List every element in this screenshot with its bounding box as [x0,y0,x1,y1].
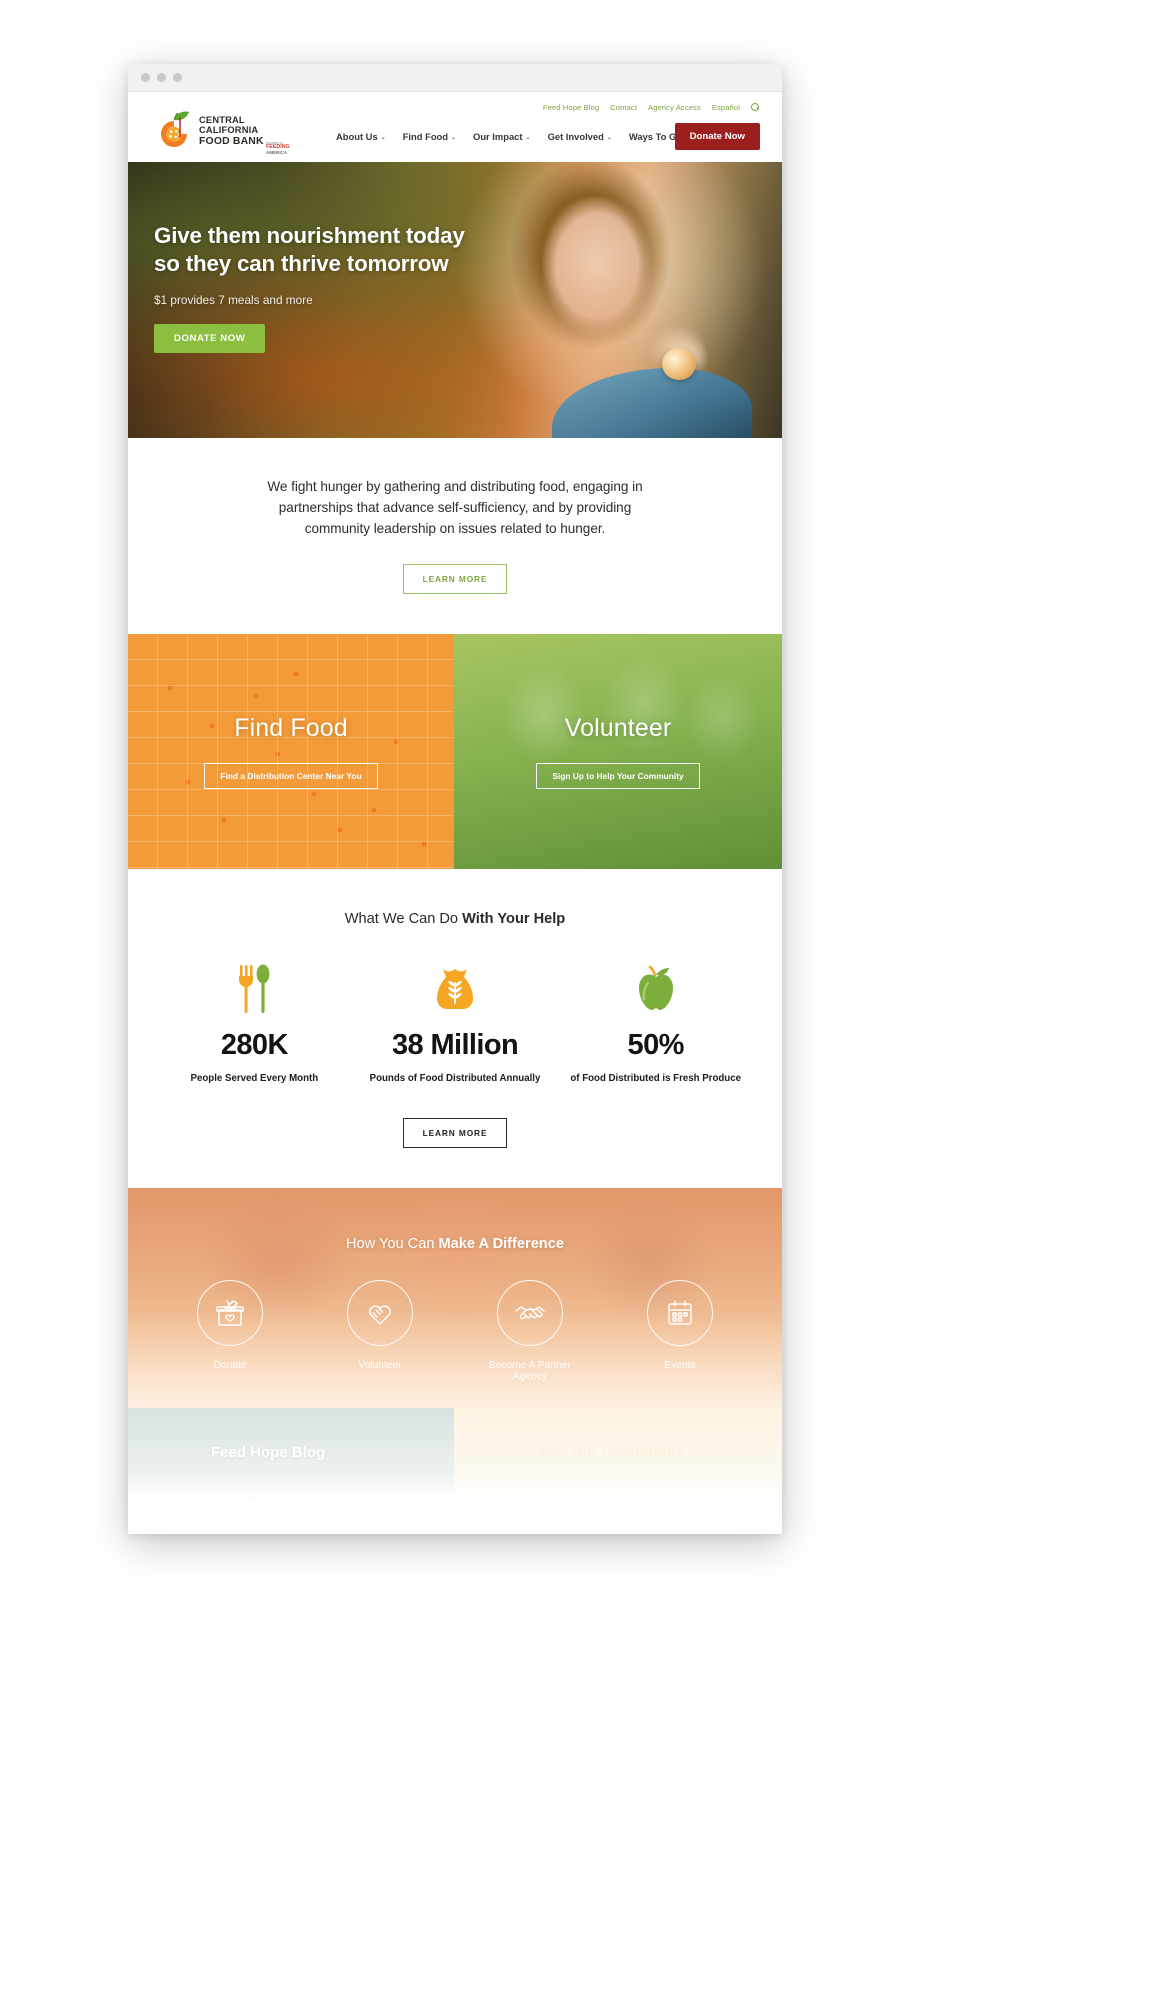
chevron-down-icon: ⌄ [606,134,612,141]
chevron-down-icon: ⌄ [525,134,531,141]
browser-window: CENTRAL CALIFORNIA FOOD BANK MEMBER OF F… [128,64,782,1534]
find-food-background [128,634,454,870]
nav-item-get-involved[interactable]: Get Involved ⌄ [548,131,612,142]
logo-wordmark: CENTRAL CALIFORNIA FOOD BANK [199,115,264,147]
feed-hope-blog-title: Feed Hope Blog [211,1444,326,1461]
nav-item-find-food[interactable]: Find Food ⌄ [403,131,456,142]
stats-section: What We Can Do With Your Help 280K Peopl… [128,869,782,1148]
panel-volunteer[interactable]: Volunteer Sign Up to Help Your Community [454,634,782,870]
search-icon[interactable] [751,103,760,112]
stat-label-people-served: People Served Every Month [190,1073,319,1085]
green-apple-icon [563,955,748,1017]
page-root: CENTRAL CALIFORNIA FOOD BANK MEMBER OF F… [0,0,1170,2014]
nav-item-about-us[interactable]: About Us ⌄ [336,131,386,142]
bottom-fade-overlay [128,1470,782,1534]
stats-heading-bold: With Your Help [462,911,566,928]
difference-heading-bold: Make A Difference [438,1235,564,1252]
mission-learn-more-button[interactable]: LEARN MORE [402,564,508,595]
panel-find-food[interactable]: Find Food Find a Distribution Center Nea… [128,634,454,870]
nav-label-find-food: Find Food [402,131,448,142]
site-logo[interactable]: CENTRAL CALIFORNIA FOOD BANK MEMBER OF F… [154,109,290,154]
stat-people-served: 280K People Served Every Month [154,955,355,1086]
window-close-dot[interactable] [141,73,150,82]
stat-pounds-distributed: 38 Million Pounds of Food Distributed An… [355,955,556,1086]
stat-number-people-served: 280K [220,1029,289,1062]
mission-statement: We fight hunger by gathering and distrib… [267,479,643,537]
difference-label-events: Events [664,1359,696,1371]
stat-label-pounds-distributed: Pounds of Food Distributed Annually [369,1073,541,1085]
nav-label-get-involved: Get Involved [547,131,604,142]
stat-number-pounds-distributed: 38 Million [391,1029,519,1062]
bottom-cards: Feed Hope Blog From Food Pantry Recipien… [128,1408,782,1534]
hero-banner: Give them nourishment today so they can … [128,162,782,438]
utility-link-espanol[interactable]: Español [712,103,740,112]
difference-content: How You Can Make A Difference Donate Vol… [128,1188,782,1382]
header-donate-now-button[interactable]: Donate Now [674,123,760,150]
difference-heading: How You Can Make A Difference [128,1236,782,1252]
stat-number-fresh-produce: 50% [627,1029,685,1062]
fork-and-spoon-icon [162,955,347,1017]
orange-logo-icon [154,109,196,151]
utility-link-contact[interactable]: Contact [610,103,637,112]
utility-nav: Feed Hope Blog Contact Agency Access Esp… [543,103,760,112]
utility-link-feed-hope-blog[interactable]: Feed Hope Blog [543,103,599,112]
hero-title-line-1: Give them nourishment today [154,223,465,248]
sign-up-volunteer-button[interactable]: Sign Up to Help Your Community [536,763,700,790]
calendar-icon [647,1279,713,1346]
find-distribution-center-button[interactable]: Find a Distribution Center Near You [204,763,378,790]
volunteer-background-photo [454,634,782,870]
stats-row: 280K People Served Every Month 38 Millio… [128,955,782,1086]
mission-section: We fight hunger by gathering and distrib… [128,438,782,635]
site-header: CENTRAL CALIFORNIA FOOD BANK MEMBER OF F… [128,92,782,162]
page-viewport: CENTRAL CALIFORNIA FOOD BANK MEMBER OF F… [128,92,782,1534]
distribution-map-image [128,634,454,870]
nav-label-about-us: About Us [336,131,378,142]
difference-item-donate[interactable]: Donate [176,1279,284,1382]
panel-title-volunteer: Volunteer [564,714,672,743]
difference-item-events[interactable]: Events [626,1279,734,1382]
utility-link-agency-access[interactable]: Agency Access [648,103,701,112]
chevron-down-icon: ⌄ [451,134,457,141]
window-maximize-dot[interactable] [173,73,182,82]
panel-title-find-food: Find Food [234,714,348,743]
feeding-america-sub: AMERICA [266,149,288,155]
hero-title-line-2: so they can thrive tomorrow [154,250,449,276]
handshake-icon [497,1279,563,1346]
donation-box-heart-icon [197,1279,263,1346]
feeding-america-logo: MEMBER OF FEEDING AMERICA [266,142,298,155]
stats-learn-more-button[interactable]: LEARN MORE [402,1117,508,1148]
difference-label-donate: Donate [213,1359,247,1371]
browser-titlebar [128,64,782,92]
stats-heading: What We Can Do With Your Help [128,911,782,927]
stats-heading-normal: What We Can Do [344,911,463,928]
difference-label-partner-agency: Become A Partner Agency [488,1359,572,1382]
hero-subtitle: $1 provides 7 meals and more [154,293,313,308]
nav-label-our-impact: Our Impact [473,131,523,142]
hero-title: Give them nourishment today so they can … [154,222,782,277]
stat-label-fresh-produce: of Food Distributed is Fresh Produce [570,1073,741,1085]
main-nav: About Us ⌄ Find Food ⌄ Our Impact ⌄ Get … [336,131,697,142]
grain-sack-icon [363,955,548,1017]
difference-items: Donate Volunteer Become A Partner Agency… [128,1279,782,1382]
cta-panels: Find Food Find a Distribution Center Nea… [128,634,782,870]
hero-donate-now-button[interactable]: DONATE NOW [154,324,266,354]
hands-heart-icon [347,1279,413,1346]
difference-label-volunteer: Volunteer [358,1359,402,1371]
stat-fresh-produce: 50% of Food Distributed is Fresh Produce [555,955,756,1086]
hero-content: Give them nourishment today so they can … [128,162,782,354]
chevron-down-icon: ⌄ [380,134,386,141]
difference-item-volunteer[interactable]: Volunteer [326,1279,434,1382]
join-our-community-title: Join Our Community [536,1444,685,1461]
difference-heading-normal: How You Can [346,1235,439,1252]
nav-item-our-impact[interactable]: Our Impact ⌄ [473,131,531,142]
logo-line-3: FOOD BANK [199,135,264,147]
logo-line-2: CALIFORNIA [199,124,259,135]
difference-item-partner-agency[interactable]: Become A Partner Agency [476,1279,584,1382]
window-minimize-dot[interactable] [157,73,166,82]
